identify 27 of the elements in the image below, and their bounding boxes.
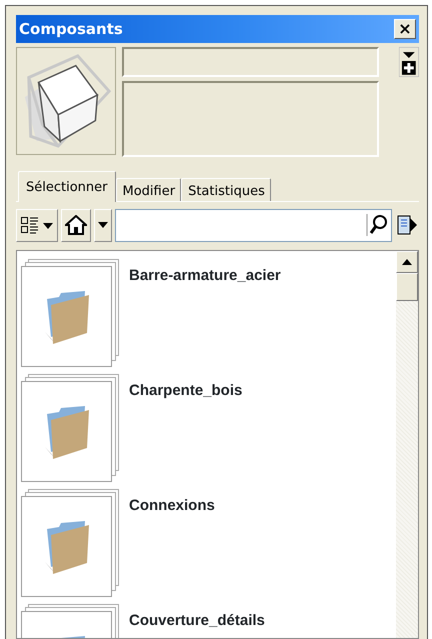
component-name[interactable]: Charpente_bois (129, 374, 242, 484)
tab[interactable]: Sélectionner (18, 171, 116, 202)
scroll-thumb[interactable] (396, 272, 418, 300)
home-icon (65, 215, 87, 235)
tab[interactable]: Statistiques (181, 178, 271, 200)
name-field[interactable] (122, 47, 380, 77)
search-field[interactable] (115, 208, 392, 242)
folder-icon (21, 374, 121, 484)
up-arrow-icon (402, 258, 412, 264)
list-view-icon (20, 215, 54, 235)
component-name[interactable]: Connexions (129, 488, 215, 598)
caret-icon (98, 222, 108, 228)
tab[interactable]: Modifier (116, 178, 182, 200)
dropdown-button[interactable] (94, 208, 112, 242)
close-button[interactable]: × (394, 19, 416, 39)
window-title: Composants (19, 18, 123, 40)
component-name[interactable]: Barre-armature_acier (129, 258, 281, 368)
details-menu-icon[interactable] (399, 47, 419, 77)
scrollbar[interactable] (396, 250, 418, 638)
description-field[interactable] (122, 81, 380, 157)
component-preview-icon (16, 47, 116, 155)
home-button[interactable] (61, 208, 91, 242)
folder-icon (21, 488, 121, 598)
scroll-up-button[interactable] (396, 250, 418, 272)
component-name[interactable]: Couverture_détails (129, 604, 265, 638)
view-options-button[interactable] (16, 208, 58, 242)
folder-icon (21, 258, 121, 368)
